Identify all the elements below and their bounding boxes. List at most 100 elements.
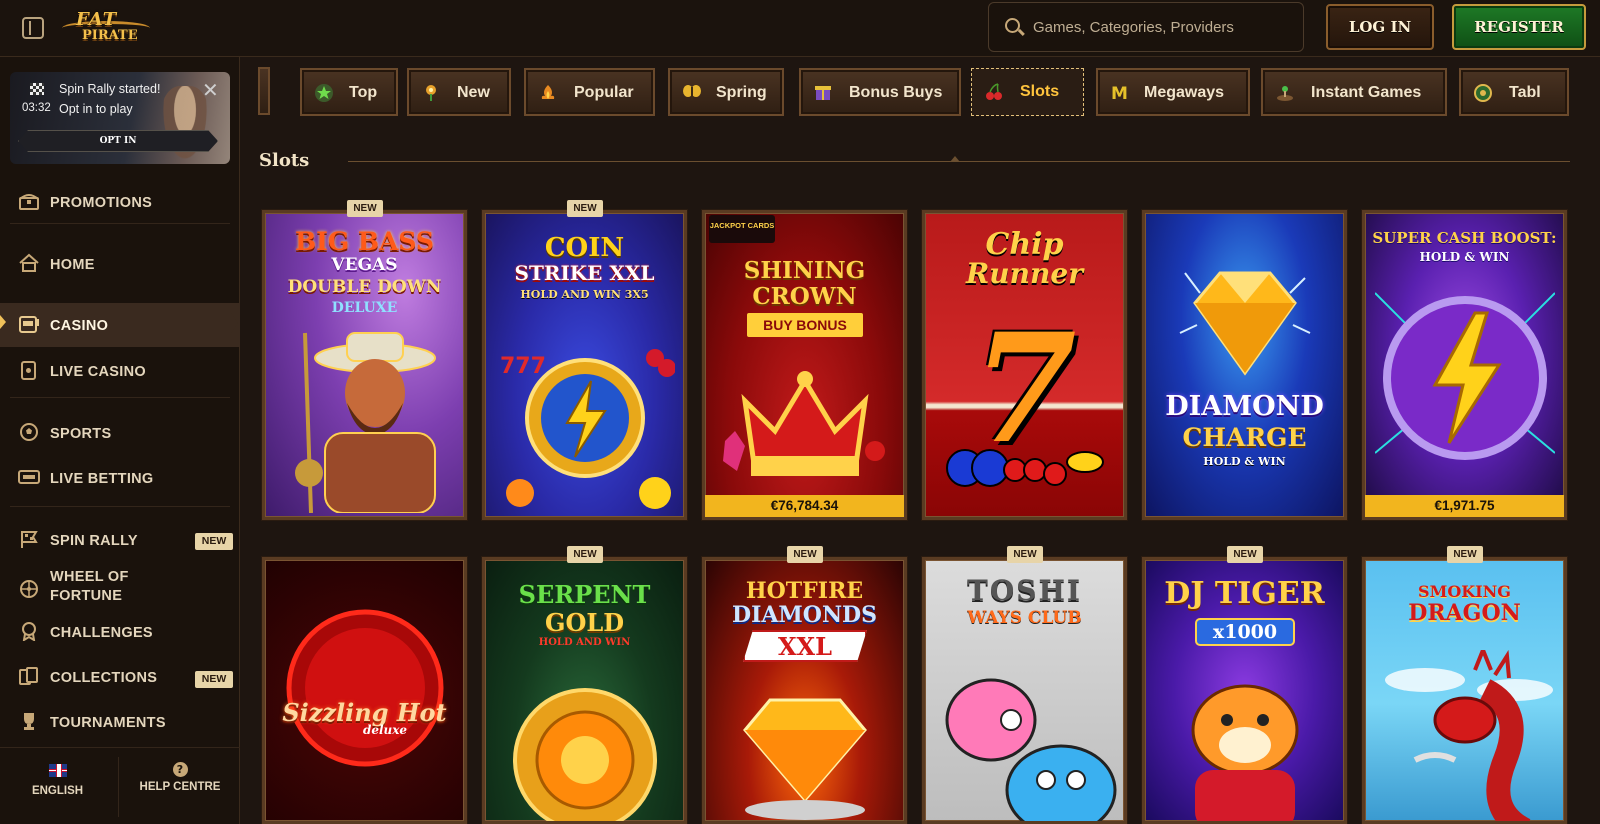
sidebar-item-promotions[interactable]: PROMOTIONS: [0, 182, 240, 222]
sidebar-toggle-icon[interactable]: [22, 17, 44, 39]
tab-slots[interactable]: Slots: [971, 68, 1084, 116]
help-centre-button[interactable]: ? HELP CENTRE: [120, 748, 240, 824]
opt-in-button[interactable]: OPT IN: [18, 130, 218, 152]
tab-label: Bonus Buys: [849, 84, 943, 101]
tab-top[interactable]: Top: [300, 68, 398, 116]
checkered-flag-icon: [21, 531, 38, 548]
sidebar-item-label: SPIN RALLY: [50, 533, 138, 549]
register-label: REGISTER: [1474, 18, 1564, 36]
game-title-line-1: BIG BASS: [295, 227, 434, 256]
game-title-line-2: VEGAS: [331, 255, 398, 275]
tab-table[interactable]: Tabl: [1459, 68, 1569, 116]
search-placeholder: Games, Categories, Providers: [1033, 19, 1234, 36]
lightning-coin-artwork: 777: [500, 349, 675, 509]
game-tile-sizzling-hot[interactable]: Sizzling Hot deluxe: [262, 557, 467, 824]
tab-label: Popular: [574, 84, 634, 101]
sidebar-item-collections[interactable]: COLLECTIONS NEW: [0, 657, 240, 697]
game-tile-chip-runner[interactable]: Chip Runner 7: [922, 210, 1127, 520]
golden-medallion-artwork: [513, 688, 657, 821]
game-tile-smoking-dragon[interactable]: SMOKING DRAGON: [1362, 557, 1567, 824]
game-title-line-1: COIN: [544, 233, 625, 263]
star-icon: [315, 84, 333, 102]
register-button[interactable]: REGISTER: [1452, 4, 1586, 50]
new-badge: NEW: [567, 200, 603, 217]
svg-text:777: 777: [500, 354, 546, 379]
game-title-line-3: DOUBLE DOWN: [287, 277, 442, 297]
megaways-icon: M: [1111, 84, 1128, 103]
new-badge: NEW: [787, 546, 823, 563]
slot-machine-icon: [19, 316, 39, 333]
login-button[interactable]: LOG IN: [1326, 4, 1434, 50]
tab-spring[interactable]: Spring: [668, 68, 784, 116]
sidebar-item-label-line-2: FORTUNE: [50, 588, 123, 604]
jackpot-cards-tag: JACKPOT CARDS: [709, 215, 775, 243]
game-title-line-4: DELUXE: [331, 300, 398, 316]
logo-line-1: FAT: [76, 9, 118, 30]
checkered-flag-icon: [30, 83, 44, 95]
new-badge: NEW: [347, 200, 383, 217]
instant-icon: [1277, 86, 1293, 101]
diamond-artwork: [1179, 271, 1311, 376]
game-tile-big-bass-vegas[interactable]: BIG BASS VEGAS DOUBLE DOWN DELUXE: [262, 210, 467, 520]
sidebar-item-tournaments[interactable]: TOURNAMENTS: [0, 702, 240, 742]
language-selector[interactable]: ENGLISH: [0, 748, 115, 824]
game-tile-serpent-gold[interactable]: SERPENT GOLD HOLD AND WIN: [482, 557, 687, 824]
crown-artwork: [723, 371, 885, 476]
sidebar-item-label: HOME: [50, 257, 95, 273]
game-title-line-1: SHINING: [743, 257, 866, 284]
fat-pirate-logo[interactable]: FAT PIRATE: [62, 9, 150, 47]
buy-bonus-banner: BUY BONUS: [747, 313, 863, 337]
sidebar-item-challenges[interactable]: CHALLENGES: [0, 612, 240, 652]
game-title-line-2: CROWN: [752, 283, 857, 310]
sidebar-item-sports[interactable]: SPORTS: [0, 413, 240, 453]
sidebar-item-spin-rally[interactable]: SPIN RALLY NEW: [0, 520, 240, 560]
spin-rally-card[interactable]: Spin Rally started! 03:32 Opt in to play…: [10, 72, 230, 164]
tab-new[interactable]: New: [407, 68, 511, 116]
game-title-line-2: DRAGON: [1408, 600, 1521, 626]
sidebar: Spin Rally started! 03:32 Opt in to play…: [0, 57, 240, 824]
game-tile-super-cash-boost[interactable]: SUPER CASH BOOST: HOLD & WIN €1,971.75: [1362, 210, 1567, 520]
sidebar-item-casino[interactable]: CASINO: [0, 303, 240, 347]
game-tile-dj-tiger[interactable]: DJ TIGER x1000: [1142, 557, 1347, 824]
tab-popular[interactable]: Popular: [524, 68, 655, 116]
tab-instant-games[interactable]: Instant Games: [1261, 68, 1447, 116]
sidebar-item-wheel-of-fortune[interactable]: WHEEL OF FORTUNE: [0, 565, 240, 613]
new-badge: NEW: [1227, 546, 1263, 563]
search-input[interactable]: Games, Categories, Providers: [988, 2, 1304, 52]
cherries-icon: [986, 83, 1002, 100]
tab-megaways[interactable]: M Megaways: [1096, 68, 1250, 116]
sidebar-item-label: SPORTS: [50, 426, 112, 442]
game-tile-shining-crown[interactable]: JACKPOT CARDS SHINING CROWN BUY BONUS €7…: [702, 210, 907, 520]
jackpot-cards-label: JACKPOT CARDS: [709, 221, 775, 230]
lightning-orb-artwork: [1375, 292, 1555, 460]
glowing-ring-artwork: [286, 609, 444, 767]
game-title-line-1: SERPENT: [518, 580, 651, 609]
game-title-line-1: TOSHI: [967, 574, 1082, 607]
rally-subtitle: Opt in to play: [59, 102, 133, 116]
game-tile-diamond-charge[interactable]: DIAMOND CHARGE HOLD & WIN: [1142, 210, 1347, 520]
tab-label: Slots: [1020, 83, 1060, 100]
game-tile-toshi-ways-club[interactable]: TOSHI WAYS CLUB: [922, 557, 1127, 824]
rally-timer: 03:32: [22, 102, 51, 114]
fire-diamond-artwork: [743, 698, 867, 820]
tab-bonus-buys[interactable]: Bonus Buys: [799, 68, 961, 116]
rally-title: Spin Rally started!: [59, 82, 161, 96]
game-tile-coin-strike-xxl[interactable]: COIN STRIKE XXL HOLD AND WIN 3X5 777: [482, 210, 687, 520]
sidebar-item-live-betting[interactable]: LIVE BETTING: [0, 458, 240, 498]
sidebar-item-live-casino[interactable]: LIVE CASINO: [0, 351, 240, 391]
dragon-artwork: [1385, 650, 1553, 821]
new-icon: [426, 85, 436, 101]
section-notch: [950, 156, 960, 162]
xxl-banner: XXL: [743, 630, 867, 662]
sidebar-divider: [10, 506, 230, 507]
help-icon: ?: [172, 762, 188, 777]
game-tile-hotfire-diamonds[interactable]: HOTFIRE DIAMONDS XXL: [702, 557, 907, 824]
sidebar-item-label: PROMOTIONS: [50, 195, 153, 211]
multiplier-banner: x1000: [1195, 618, 1295, 646]
sidebar-item-home[interactable]: HOME: [0, 244, 240, 284]
xxl-label: XXL: [777, 632, 833, 661]
jackpot-amount: €1,971.75: [1365, 495, 1564, 517]
close-icon[interactable]: ✕: [202, 78, 219, 102]
table-icon: [1474, 84, 1492, 102]
game-title-line-2: GOLD: [544, 608, 625, 637]
